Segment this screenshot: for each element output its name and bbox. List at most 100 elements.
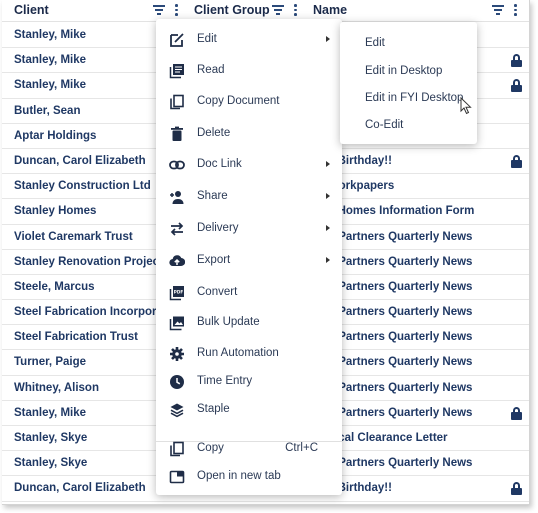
name-filter-icon[interactable] <box>492 5 504 16</box>
name-cell[interactable]: h Partners Quarterly News <box>328 457 472 469</box>
name-cell[interactable]: hical Clearance Letter <box>328 432 448 444</box>
submenu-item-co-edit[interactable]: Co-Edit <box>365 119 403 131</box>
submenu-item-edit-in-desktop[interactable]: Edit in Desktop <box>365 65 442 77</box>
client-cell[interactable]: Stanley, Mike <box>14 407 86 419</box>
menu-item-run-automation[interactable]: Run Automation <box>156 341 342 367</box>
edit-icon <box>169 32 185 48</box>
lock-icon <box>511 406 522 420</box>
menu-item-label: Doc Link <box>197 158 242 170</box>
clock-icon <box>169 374 185 390</box>
client-group-filter-icon[interactable] <box>272 5 284 16</box>
swap-arrows-icon <box>169 221 185 237</box>
submenu-arrow-icon <box>326 161 330 167</box>
submenu-arrow-icon <box>326 193 330 199</box>
menu-item-delivery[interactable]: Delivery <box>156 216 342 242</box>
svg-text:PDF: PDF <box>174 289 184 294</box>
menu-item-staple[interactable]: Staple <box>156 397 342 423</box>
name-cell[interactable]: h Partners Quarterly News <box>328 356 472 368</box>
menu-item-label: Run Automation <box>197 347 279 359</box>
menu-item-edit[interactable]: Edit <box>156 27 342 53</box>
open-new-tab-icon <box>169 469 185 485</box>
client-filter-icon[interactable] <box>153 5 165 16</box>
name-cell[interactable]: h Partners Quarterly News <box>328 382 472 394</box>
menu-item-label: Open in new tab <box>197 470 281 482</box>
name-cell[interactable]: h Partners Quarterly News <box>328 331 472 343</box>
menu-item-open-in-new-tab[interactable]: Open in new tab <box>156 464 342 490</box>
name-cell[interactable]: h Partners Quarterly News <box>328 306 472 318</box>
read-icon <box>169 63 185 79</box>
client-cell[interactable]: Stanley, Skye <box>14 432 87 444</box>
menu-item-label: Delivery <box>197 222 239 234</box>
name-cell[interactable]: h Partners Quarterly News <box>328 256 472 268</box>
lock-icon <box>511 154 522 168</box>
client-cell[interactable]: Stanley, Mike <box>14 54 86 66</box>
menu-item-time-entry[interactable]: Time Entry <box>156 369 342 395</box>
submenu-arrow-icon <box>326 257 330 263</box>
name-cell[interactable]: h Partners Quarterly News <box>328 407 472 419</box>
menu-item-label: Staple <box>197 403 230 415</box>
name-cell[interactable]: y Homes Information Form <box>328 205 474 217</box>
menu-item-doc-link[interactable]: Doc Link <box>156 152 342 178</box>
context-menu: Edit Read Copy Document Delete Doc Link Share… <box>156 19 342 495</box>
client-cell[interactable]: Stanley, Skye <box>14 457 87 469</box>
client-cell[interactable]: Stanley, Mike <box>14 29 86 41</box>
client-cell[interactable]: Duncan, Carol Elizabeth <box>14 155 146 167</box>
client-cell[interactable]: Steele, Marcus <box>14 281 95 293</box>
client-cell[interactable]: Stanley Homes <box>14 205 96 217</box>
client-cell[interactable]: Stanley Renovation Projects <box>14 256 169 268</box>
menu-item-label: Edit <box>197 33 217 45</box>
submenu-item-edit[interactable]: Edit <box>365 37 385 49</box>
client-cell[interactable]: Duncan, Carol Elizabeth <box>14 482 146 494</box>
name-column-menu-icon[interactable] <box>513 4 517 16</box>
edit-submenu: Edit Edit in Desktop Edit in FYI Desktop Co… <box>340 22 477 144</box>
trash-icon <box>169 126 185 142</box>
link-icon <box>169 157 185 173</box>
name-cell[interactable]: h Partners Quarterly News <box>328 281 472 293</box>
mouse-cursor-icon <box>460 97 472 115</box>
lock-icon <box>511 54 522 68</box>
menu-item-label: Copy Document <box>197 95 280 107</box>
client-cell[interactable]: Turner, Paige <box>14 356 86 368</box>
menu-item-label: Read <box>197 64 225 76</box>
keyboard-shortcut: Ctrl+C <box>285 442 318 454</box>
submenu-arrow-icon <box>326 36 330 42</box>
menu-item-label: Time Entry <box>197 375 253 387</box>
gear-icon <box>169 346 185 362</box>
menu-item-share[interactable]: Share <box>156 184 342 210</box>
menu-item-convert[interactable]: PDF Convert <box>156 280 342 306</box>
client-cell[interactable]: Stanley Construction Ltd <box>14 180 151 192</box>
menu-item-label: Share <box>197 190 228 202</box>
submenu-item-edit-in-fyi-desktop[interactable]: Edit in FYI Desktop <box>365 92 463 104</box>
copy-icon <box>169 441 185 457</box>
menu-item-copy[interactable]: Copy Ctrl+C <box>156 436 342 462</box>
client-cell[interactable]: Aptar Holdings <box>14 130 96 142</box>
share-user-icon <box>169 189 185 205</box>
menu-item-export[interactable]: Export <box>156 248 342 274</box>
pdf-icon: PDF <box>169 285 185 301</box>
name-cell[interactable]: h Partners Quarterly News <box>328 231 472 243</box>
client-cell[interactable]: Violet Caremark Trust <box>14 231 133 243</box>
layers-icon <box>169 402 185 418</box>
lock-icon <box>511 79 522 93</box>
client-cell[interactable]: Butler, Sean <box>14 105 80 117</box>
menu-item-delete[interactable]: Delete <box>156 121 342 147</box>
client-cell[interactable]: Whitney, Alison <box>14 382 99 394</box>
column-header-name[interactable]: Name <box>313 3 347 17</box>
client-cell[interactable]: Stanley, Mike <box>14 79 86 91</box>
menu-item-read[interactable]: Read <box>156 58 342 84</box>
client-cell[interactable]: Steel Fabrication Trust <box>14 331 138 343</box>
gallery-icon <box>169 315 185 331</box>
submenu-arrow-icon <box>326 225 330 231</box>
menu-item-label: Convert <box>197 286 238 298</box>
column-header-client-group[interactable]: Client Group <box>194 3 270 17</box>
menu-item-label: Bulk Update <box>197 316 260 328</box>
column-header-client[interactable]: Client <box>14 3 49 17</box>
lock-icon <box>511 482 522 496</box>
client-column-menu-icon[interactable] <box>174 4 178 16</box>
menu-item-copy-document[interactable]: Copy Document <box>156 89 342 115</box>
menu-item-label: Delete <box>197 127 231 139</box>
menu-item-label: Copy <box>197 442 224 454</box>
menu-item-bulk-update[interactable]: Bulk Update <box>156 310 342 336</box>
client-group-column-menu-icon[interactable] <box>293 4 297 16</box>
cloud-upload-icon <box>169 253 186 269</box>
